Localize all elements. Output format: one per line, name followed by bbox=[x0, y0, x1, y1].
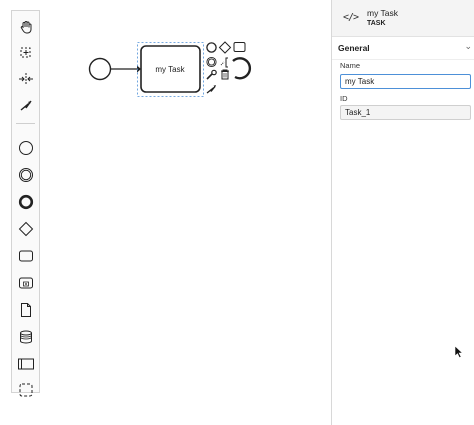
gateway-icon[interactable] bbox=[12, 216, 39, 242]
id-field[interactable] bbox=[340, 105, 471, 120]
hand-tool-icon[interactable] bbox=[12, 14, 39, 40]
group-icon[interactable] bbox=[12, 377, 39, 403]
general-group-title: General bbox=[338, 43, 370, 53]
append-gateway-icon[interactable] bbox=[218, 41, 232, 54]
append-end-event-icon[interactable] bbox=[206, 42, 217, 53]
delete-trash-icon[interactable] bbox=[221, 69, 229, 80]
subprocess-icon[interactable] bbox=[12, 270, 39, 296]
task-icon[interactable] bbox=[12, 243, 39, 269]
diagram-canvas[interactable]: my Task bbox=[40, 0, 330, 425]
palette-separator bbox=[16, 123, 35, 124]
data-store-icon[interactable] bbox=[12, 324, 39, 350]
pool-icon[interactable] bbox=[12, 351, 39, 377]
tool-palette bbox=[11, 10, 40, 397]
space-tool-icon[interactable] bbox=[12, 66, 39, 92]
append-text-annotation-icon[interactable] bbox=[220, 57, 228, 68]
change-type-wrench-icon[interactable] bbox=[206, 69, 217, 80]
data-object-icon[interactable] bbox=[12, 297, 39, 323]
properties-header: </> my Task TASK bbox=[332, 0, 474, 37]
name-field[interactable] bbox=[340, 74, 471, 89]
task-shape[interactable] bbox=[140, 45, 201, 93]
global-connect-tool-icon[interactable] bbox=[12, 92, 39, 118]
intermediate-event-icon[interactable] bbox=[12, 162, 39, 188]
context-pad bbox=[206, 41, 252, 94]
append-task-icon[interactable] bbox=[233, 42, 246, 52]
element-type: TASK bbox=[367, 20, 386, 27]
chevron-down-icon[interactable]: ⌄ bbox=[464, 41, 472, 52]
general-group-header[interactable]: General ⌄ bbox=[332, 37, 474, 60]
name-label: Name bbox=[340, 61, 361, 70]
lasso-tool-icon[interactable] bbox=[12, 40, 39, 66]
element-title: my Task bbox=[367, 8, 399, 18]
connect-tool-icon[interactable] bbox=[206, 85, 216, 94]
start-event-icon[interactable] bbox=[12, 135, 39, 161]
mouse-cursor-icon bbox=[454, 345, 464, 359]
start-event[interactable] bbox=[88, 57, 112, 81]
end-event-icon[interactable] bbox=[12, 189, 39, 215]
code-icon: </> bbox=[343, 12, 359, 23]
diagram-svg bbox=[88, 41, 252, 97]
end-event-preview bbox=[232, 57, 252, 80]
id-label: ID bbox=[340, 94, 348, 103]
properties-panel: </> my Task TASK General ⌄ Name ID bbox=[331, 0, 474, 425]
